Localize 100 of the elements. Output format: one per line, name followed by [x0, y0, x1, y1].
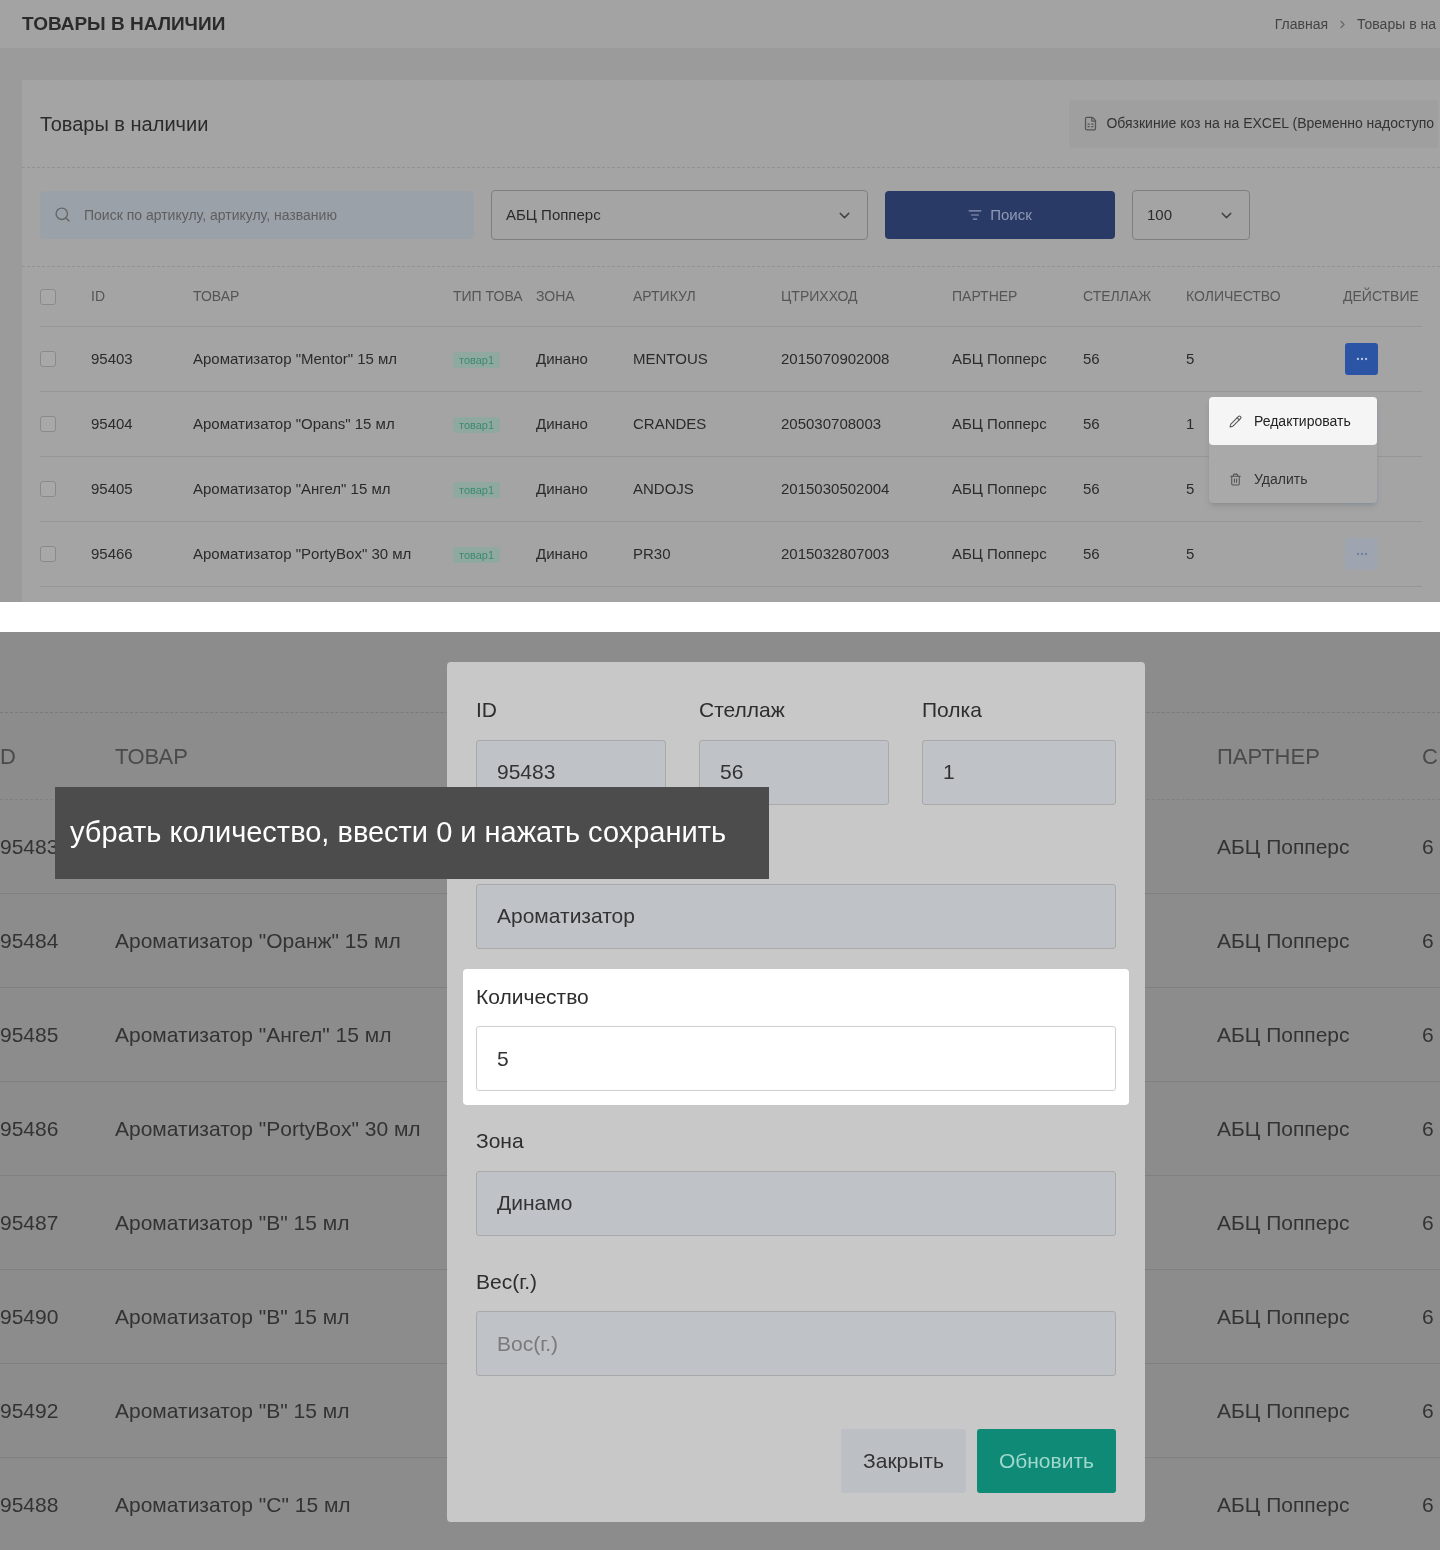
column-header: С [1422, 743, 1438, 769]
type-tag: товар1 [453, 481, 501, 498]
menu-item[interactable]: Редактировать [1209, 397, 1377, 445]
table-cell: АБЦ Попперс [1217, 1304, 1350, 1328]
table-cell: АБЦ Попперс [952, 479, 1047, 497]
table-cell: 2015032807003 [781, 544, 890, 562]
table-cell: 6 [1422, 1210, 1434, 1234]
table-cell: Ароматизатор "Ангел" 15 мл [115, 1022, 392, 1046]
table-cell: 56 [1083, 544, 1100, 562]
table-cell: 6 [1422, 1116, 1434, 1140]
field-label: ID [476, 697, 498, 723]
checkbox[interactable] [40, 546, 56, 562]
table-cell: АБЦ Попперс [1217, 1492, 1350, 1516]
table-cell: 95484 [0, 928, 59, 952]
table-cell: 95492 [0, 1398, 59, 1422]
table-cell: Ароматизатор "Mentor" 15 мл [193, 349, 398, 367]
export-button[interactable]: Обязкиние коз на на EXCEL (Временно надоступо [1069, 99, 1438, 148]
column-header: ЗОНА [536, 288, 575, 304]
table-cell: 6 [1422, 1398, 1434, 1422]
table-cell: 5 [1186, 479, 1195, 497]
table-cell: АБЦ Попперс [952, 414, 1047, 432]
checkbox[interactable] [40, 416, 56, 432]
card-title: Товары в наличии [40, 111, 209, 137]
table-cell: АБЦ Попперс [1217, 1210, 1350, 1234]
table-cell: 6 [1422, 928, 1434, 952]
per-page-select[interactable]: 100 [1132, 190, 1250, 240]
table-cell: АБЦ Попперс [952, 544, 1047, 562]
table-cell: 95486 [0, 1116, 59, 1140]
table-cell: Ароматизатор "B" 15 мл [115, 1210, 350, 1234]
search-icon [54, 206, 71, 223]
table-cell: Динано [536, 544, 588, 562]
field-label: Зона [476, 1128, 525, 1154]
input-field[interactable]: Вос(г.) [476, 1311, 1116, 1376]
partner-select[interactable]: АБЦ Попперс [491, 190, 868, 240]
table-cell: 5 [1186, 544, 1195, 562]
document-icon [1083, 116, 1099, 131]
table-cell: Динано [536, 349, 588, 367]
table-cell: 6 [1422, 1492, 1434, 1516]
input-field[interactable]: 1 [922, 739, 1116, 805]
checkbox[interactable] [40, 351, 56, 367]
breadcrumb-link[interactable]: Главная [1274, 13, 1329, 35]
table-cell: Ароматизатор "Ангел" 15 мл [193, 479, 391, 497]
close-button[interactable]: Закрыть [841, 1429, 966, 1493]
table-cell: АБЦ Попперс [952, 349, 1047, 367]
column-header: ТОВАР [193, 288, 240, 304]
table-cell: 5 [1186, 349, 1195, 367]
table-cell: 56 [1083, 349, 1100, 367]
menu-item[interactable]: Удалить [1209, 455, 1377, 503]
input-field[interactable]: Динамо [476, 1170, 1116, 1236]
filter-icon [968, 208, 983, 222]
column-header: СТЕЛЛАЖ [1083, 288, 1152, 304]
table-cell: 95490 [0, 1304, 59, 1328]
table-cell: Ароматизатор "PortyBox" 30 мл [115, 1116, 421, 1140]
table-cell: АБЦ Попперс [1217, 1116, 1350, 1140]
field-label: Полка [922, 697, 983, 723]
input-field[interactable]: Ароматизатор [476, 883, 1116, 949]
table-cell: 6 [1422, 1304, 1434, 1328]
table-cell: 205030708003 [781, 414, 882, 432]
column-header: ID [91, 288, 105, 304]
table-cell: 56 [1083, 479, 1100, 497]
column-header: ТИП ТОВА [453, 288, 523, 304]
trash-icon [1229, 472, 1242, 486]
field-label: Стеллаж [699, 697, 786, 723]
type-tag: товар1 [453, 416, 501, 433]
search-button[interactable]: Поиск [885, 191, 1115, 239]
table-cell: Ароматизатор "C" 15 мл [115, 1492, 351, 1516]
table-cell: 95404 [91, 414, 133, 432]
field-label: Количество [476, 983, 590, 1010]
table-cell: 2015070902008 [781, 349, 890, 367]
more-button[interactable] [1345, 538, 1378, 570]
column-header: КОЛИЧЕСТВО [1186, 288, 1281, 304]
table-cell: MENTOUS [633, 349, 708, 367]
table-cell: АБЦ Попперс [1217, 1022, 1350, 1046]
table-cell: 2015030502004 [781, 479, 890, 497]
column-header: D [0, 743, 16, 769]
table-cell: 95485 [0, 1022, 59, 1046]
table-cell: 56 [1083, 414, 1100, 432]
column-header: ДЕЙСТВИЕ [1343, 288, 1419, 304]
table-cell: АБЦ Попперс [1217, 1398, 1350, 1422]
table-cell: Ароматизатор "B" 15 мл [115, 1398, 350, 1422]
table-cell: PR30 [633, 544, 671, 562]
table-cell: АБЦ Попперс [1217, 834, 1350, 858]
table-cell: Динано [536, 479, 588, 497]
search-field[interactable]: Поиск по артикулу, артикулу, названию [40, 191, 474, 239]
table-cell: АБЦ Попперс [1217, 928, 1350, 952]
input-field[interactable]: 5 [476, 1026, 1116, 1091]
table-cell: 6 [1422, 1022, 1434, 1046]
checkbox[interactable] [40, 481, 56, 497]
table-cell: CRANDES [633, 414, 707, 432]
table-cell: Ароматизатор "Opans" 15 мл [193, 414, 395, 432]
checkbox[interactable] [40, 288, 56, 305]
breadcrumb-link[interactable]: Товары в на [1357, 13, 1436, 35]
pencil-icon [1229, 414, 1242, 428]
table-cell: Ароматизатор "PortyBox" 30 мл [193, 544, 412, 562]
field-label: Вес(г.) [476, 1268, 539, 1295]
type-tag: товар1 [453, 351, 501, 368]
more-button[interactable] [1345, 343, 1378, 375]
table-cell: 1 [1186, 414, 1195, 432]
table-cell: 95488 [0, 1492, 59, 1516]
table-cell: 6 [1422, 834, 1434, 858]
